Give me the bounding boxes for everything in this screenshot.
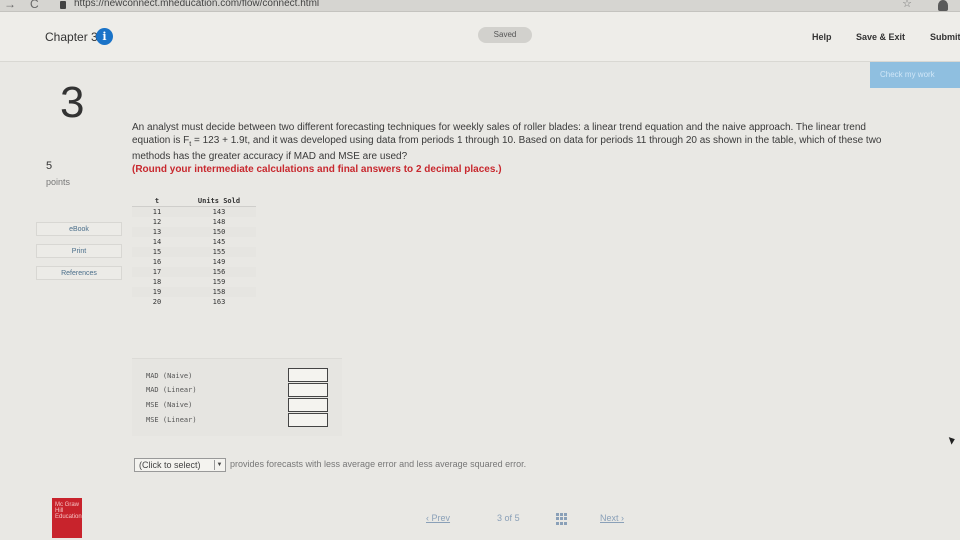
- cell-units-sold: 158: [182, 286, 256, 297]
- table-row: 14 145: [132, 237, 256, 247]
- table-row: 11 143: [132, 206, 256, 217]
- rounding-instruction: (Round your intermediate calculations an…: [132, 163, 502, 175]
- chapter-title: Chapter 3: [45, 30, 98, 44]
- lock-icon: [60, 1, 66, 9]
- browser-bar: → C https://newconnect.mheducation.com/f…: [0, 0, 960, 12]
- cell-period: 16: [152, 257, 162, 266]
- profile-icon[interactable]: [938, 0, 948, 11]
- reload-icon[interactable]: C: [30, 0, 39, 11]
- points-label: points: [46, 177, 71, 187]
- table-row: 13 150: [132, 226, 256, 237]
- cell-period: 12: [152, 217, 162, 226]
- next-button[interactable]: Next ›: [600, 513, 624, 523]
- question-text: An analyst must decide between two diffe…: [132, 122, 892, 176]
- check-my-work-button[interactable]: Check my work: [870, 62, 960, 88]
- cell-period: 14: [152, 237, 162, 246]
- table-header-t: t: [132, 196, 182, 207]
- cell-period: 20: [152, 297, 162, 306]
- method-select[interactable]: (Click to select) ▼: [134, 458, 226, 472]
- next-label: Next: [600, 513, 619, 523]
- mad-naive-input[interactable]: [288, 368, 328, 382]
- mse-naive-input[interactable]: [288, 398, 328, 412]
- table-row: 18 159: [132, 277, 256, 287]
- app-header: Chapter 3 i Saved Help Save & Exit Submi…: [0, 12, 960, 62]
- cell-units-sold: 150: [182, 226, 256, 237]
- cell-period: 19: [132, 286, 182, 297]
- prev-button[interactable]: ‹ Prev: [426, 513, 450, 523]
- of-label: of: [504, 513, 513, 523]
- question-grid-icon[interactable]: [556, 513, 568, 525]
- cell-period: 18: [152, 277, 162, 286]
- cell-period: 17: [132, 266, 182, 277]
- cell-units-sold: 148: [212, 217, 226, 226]
- cell-units-sold: 156: [182, 266, 256, 277]
- label-mad-linear: MAD (Linear): [146, 386, 197, 394]
- cell-units-sold: 155: [182, 246, 256, 257]
- table-row: 16 149: [132, 257, 256, 267]
- cell-period: 11: [132, 206, 182, 217]
- cell-units-sold: 159: [212, 277, 226, 286]
- saved-status-badge: Saved: [478, 27, 532, 43]
- cell-period: 13: [132, 226, 182, 237]
- back-arrow-icon[interactable]: →: [4, 0, 16, 11]
- label-mse-naive: MSE (Naive): [146, 401, 193, 409]
- cell-units-sold: 145: [212, 237, 226, 246]
- cell-units-sold: 149: [212, 257, 226, 266]
- table-row: 12 148: [132, 217, 256, 227]
- address-bar[interactable]: https://newconnect.mheducation.com/flow/…: [74, 0, 319, 9]
- info-icon[interactable]: i: [96, 28, 113, 45]
- mse-linear-input[interactable]: [288, 413, 328, 427]
- points-value: 5: [46, 160, 53, 172]
- table-row: 17 156: [132, 266, 256, 277]
- method-select-value: (Click to select): [139, 460, 201, 470]
- current-page: 3: [497, 513, 503, 523]
- mad-linear-input[interactable]: [288, 383, 328, 397]
- page-indicator: 3 of 5: [497, 513, 520, 523]
- label-mse-linear: MSE (Linear): [146, 416, 197, 424]
- save-exit-link[interactable]: Save & Exit: [856, 32, 905, 42]
- total-pages: 5: [514, 513, 520, 523]
- chevron-down-icon: ▼: [214, 460, 224, 470]
- chevron-right-icon: ›: [621, 513, 625, 523]
- chevron-left-icon: ‹: [426, 513, 429, 523]
- provides-text: provides forecasts with less average err…: [230, 459, 527, 469]
- prev-label: Prev: [431, 513, 451, 523]
- mcgraw-hill-logo: Mc Graw Hill Education: [52, 498, 82, 538]
- submit-link[interactable]: Submit: [930, 32, 960, 42]
- table-row: 19 158: [132, 286, 256, 297]
- label-mad-naive: MAD (Naive): [146, 372, 193, 380]
- question-text-part-2: = 123 + 1.9t, and it was developed using…: [132, 134, 882, 163]
- sales-data-table: t Units Sold 11 143 12 148 13 150 14 145 15 155 16…: [132, 196, 256, 307]
- table-row: 15 155: [132, 246, 256, 257]
- cell-units-sold: 143: [182, 206, 256, 217]
- references-button[interactable]: References: [36, 266, 122, 280]
- help-link[interactable]: Help: [812, 32, 832, 42]
- cell-units-sold: 163: [212, 297, 226, 306]
- question-number: 3: [60, 78, 85, 127]
- bookmark-star-icon[interactable]: ☆: [902, 0, 912, 10]
- table-row: 20 163: [132, 297, 256, 307]
- ebook-button[interactable]: eBook: [36, 222, 122, 236]
- table-header-units-sold: Units Sold: [182, 196, 256, 207]
- mouse-cursor-icon: [948, 435, 957, 445]
- print-button[interactable]: Print: [36, 244, 122, 258]
- cell-period: 15: [132, 246, 182, 257]
